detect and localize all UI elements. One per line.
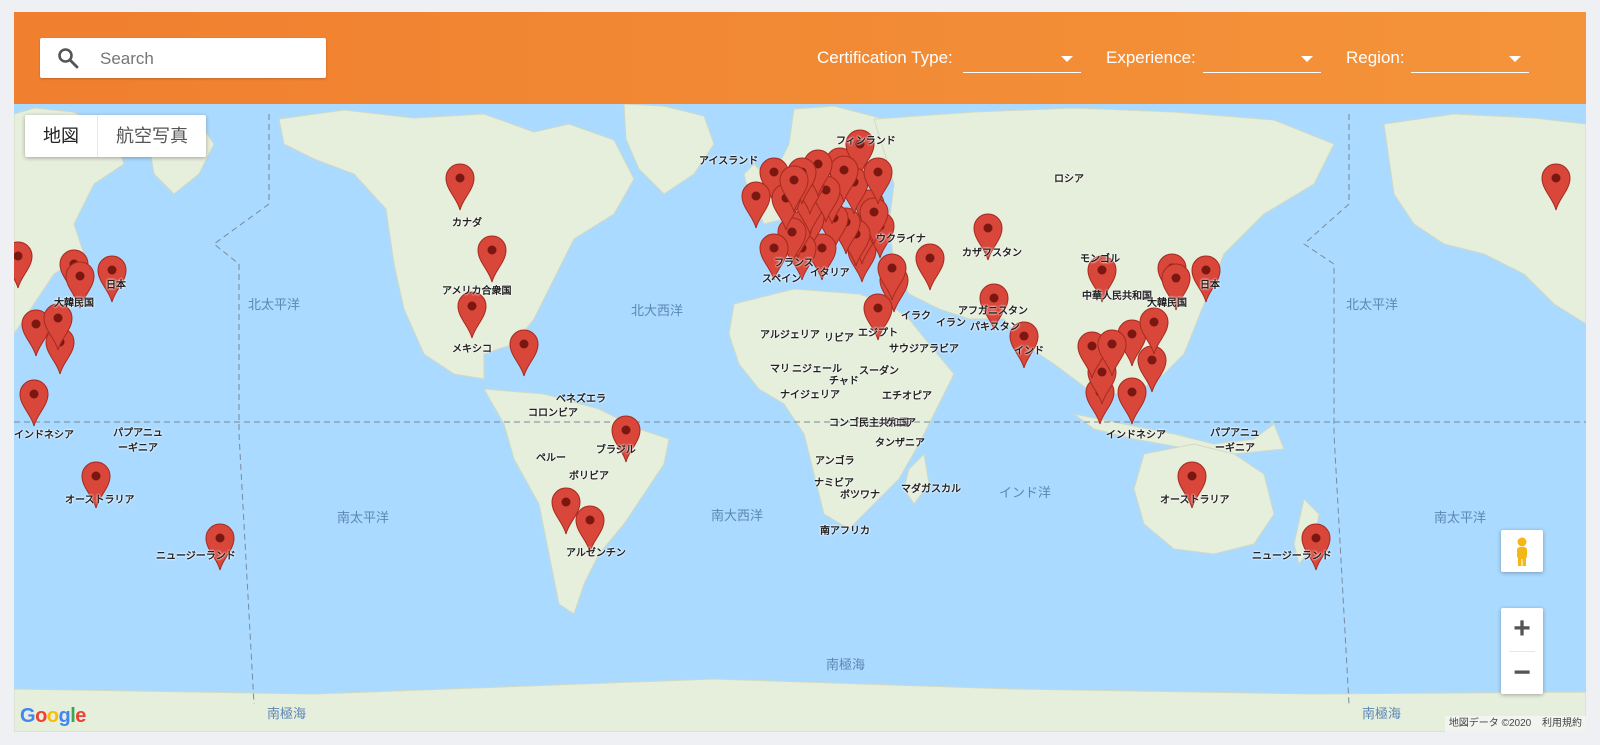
country-label: チャド: [829, 376, 859, 387]
world-map[interactable]: 北太平洋 北大西洋 南太平洋 南大西洋 インド洋 南極海 南極海 北太平洋 南太…: [14, 104, 1586, 732]
country-label: ニュージーランド: [1252, 551, 1332, 562]
ocean-label: 南大西洋: [711, 508, 764, 523]
country-label: ケニア: [886, 418, 916, 429]
map-type-satellite-button[interactable]: 航空写真: [97, 115, 206, 157]
map-type-control: 地図 航空写真: [25, 115, 206, 157]
experience-select[interactable]: [1203, 44, 1321, 73]
certification-type-select[interactable]: [963, 44, 1081, 73]
country-label: インドネシア: [1106, 430, 1166, 441]
location-marker[interactable]: [509, 329, 539, 377]
app-frame: Certification Type: Experience: Region:: [14, 12, 1586, 732]
country-label: イラク: [901, 311, 931, 322]
zoom-in-button[interactable]: +: [1501, 608, 1543, 650]
country-label: タンザニア: [875, 438, 925, 449]
filter-toolbar: Certification Type: Experience: Region:: [14, 12, 1586, 104]
country-label: 大韓民国: [54, 298, 94, 309]
ocean-label: インド洋: [999, 485, 1052, 500]
ocean-label: 南極海: [1362, 706, 1402, 721]
country-label: アイスランド: [699, 156, 759, 167]
date-line-right: [1303, 114, 1350, 705]
country-label: パプアニューギニア: [1210, 428, 1260, 454]
country-label: リビア: [824, 333, 854, 344]
country-label: アルゼンチン: [566, 548, 626, 559]
country-label: ニュージーランド: [156, 551, 236, 562]
experience-filter[interactable]: Experience:: [1106, 44, 1322, 74]
country-label: 日本: [1200, 280, 1220, 291]
country-label: フランス: [774, 258, 814, 269]
zoom-out-button[interactable]: −: [1501, 652, 1543, 694]
country-label: 南アフリカ: [820, 526, 870, 537]
country-label: メキシコ: [452, 344, 492, 355]
country-label: フィンランド: [836, 136, 896, 147]
map-attribution: 地図データ ©2020 利用規約: [1444, 716, 1586, 732]
country-label: 日本: [106, 280, 126, 291]
zoom-control: + −: [1501, 608, 1543, 694]
country-label: アメリカ合衆国: [442, 286, 512, 297]
ocean-label: 北太平洋: [248, 297, 301, 312]
ocean-label: 北太平洋: [1346, 297, 1399, 312]
country-label: モンゴル: [1080, 254, 1120, 265]
ocean-label: 南太平洋: [337, 510, 390, 525]
country-label: イラン: [936, 318, 966, 329]
country-label: サウジアラビア: [889, 344, 959, 355]
certification-type-filter[interactable]: Certification Type:: [817, 44, 1082, 74]
country-label: ボツワナ: [840, 490, 880, 501]
pegman-icon[interactable]: [1501, 530, 1543, 572]
country-label: スーダン: [859, 366, 899, 377]
google-logo[interactable]: Google: [20, 705, 86, 728]
country-label: アルジェリア: [760, 330, 820, 341]
chevron-down-icon[interactable]: [1061, 56, 1073, 62]
terms-link[interactable]: 利用規約: [1542, 718, 1582, 729]
country-label: オーストラリア: [65, 495, 135, 506]
date-line-left: [213, 114, 270, 705]
chevron-down-icon[interactable]: [1509, 56, 1521, 62]
country-label: カザフスタン: [962, 248, 1022, 259]
country-label: マダガスカル: [901, 484, 961, 495]
map-type-map-button[interactable]: 地図: [25, 115, 97, 157]
country-label: インドネシア: [14, 430, 74, 441]
country-label: カナダ: [452, 218, 482, 229]
ocean-label: 南太平洋: [1434, 510, 1487, 525]
country-label: マリ: [770, 364, 790, 375]
search-input[interactable]: [98, 38, 322, 80]
country-label: ロシア: [1054, 174, 1084, 185]
location-marker[interactable]: [19, 379, 49, 427]
country-label: スペイン: [762, 274, 802, 285]
country-label: ベネズエラ: [556, 394, 606, 405]
ocean-label: 北大西洋: [631, 303, 684, 318]
country-label: エジプト: [858, 328, 898, 339]
country-label: エチオピア: [882, 391, 932, 402]
country-label: ブラジル: [596, 445, 636, 456]
country-label: パキスタン: [970, 322, 1020, 333]
country-label: ペルー: [536, 453, 566, 464]
certification-type-label: Certification Type:: [817, 48, 953, 67]
country-label: オーストラリア: [1160, 495, 1230, 506]
search-box[interactable]: [40, 38, 326, 80]
region-select[interactable]: [1411, 44, 1529, 73]
ocean-label: 南極海: [826, 657, 866, 672]
country-label: 大韓民国: [1147, 298, 1187, 309]
country-label: ウクライナ: [876, 234, 926, 245]
country-label: パプアニューギニア: [113, 428, 163, 454]
region-filter[interactable]: Region:: [1346, 44, 1530, 74]
map-canvas[interactable]: [14, 104, 1586, 732]
country-label: コロンビア: [528, 408, 578, 419]
country-label: インド: [1014, 346, 1044, 357]
country-label: 中華人民共和国: [1082, 291, 1152, 302]
country-label: ボリビア: [569, 471, 609, 482]
experience-label: Experience:: [1106, 48, 1196, 67]
map-data-credit: 地図データ ©2020: [1448, 718, 1532, 729]
ocean-label: 南極海: [267, 706, 307, 721]
street-view-pegman[interactable]: [1501, 530, 1543, 572]
chevron-down-icon[interactable]: [1301, 56, 1313, 62]
country-label: アンゴラ: [815, 456, 855, 467]
country-label: アフガニスタン: [958, 306, 1028, 317]
search-icon[interactable]: [56, 46, 80, 70]
location-marker[interactable]: [1117, 377, 1147, 425]
country-label: イタリア: [810, 268, 850, 279]
country-label: ナイジェリア: [780, 390, 840, 401]
region-label: Region:: [1346, 48, 1405, 67]
